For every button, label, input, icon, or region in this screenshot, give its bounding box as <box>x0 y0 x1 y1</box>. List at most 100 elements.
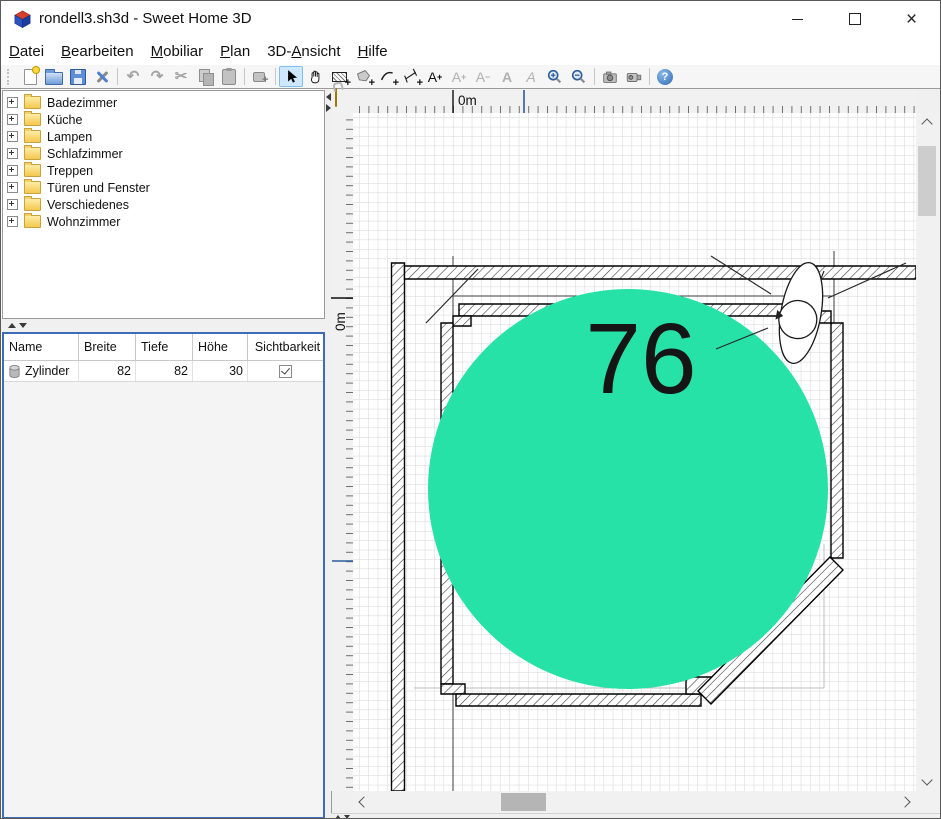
plan-text-label[interactable]: 76 <box>585 303 696 415</box>
redo-button[interactable]: ↷ <box>145 66 169 87</box>
redo-icon: ↷ <box>151 69 164 84</box>
new-document-button[interactable] <box>18 66 42 87</box>
vertical-scroll-thumb[interactable] <box>918 146 936 216</box>
column-header-name[interactable]: Name <box>4 334 79 360</box>
undo-button[interactable]: ↶ <box>121 66 145 87</box>
column-header-tiefe[interactable]: Tiefe <box>136 334 193 360</box>
close-button[interactable]: × <box>883 1 940 37</box>
expand-icon[interactable] <box>7 216 18 227</box>
tree-item-badezimmer[interactable]: Badezimmer <box>3 94 324 111</box>
chevron-left-icon <box>358 796 369 807</box>
splitter-collapse-down-icon[interactable] <box>19 323 27 328</box>
create-dimensions-button[interactable] <box>399 66 423 87</box>
chevron-up-icon <box>921 118 932 129</box>
menu-3d-ansicht[interactable]: 3D-Ansicht <box>267 43 340 60</box>
floor-plan-drawing: 76 <box>353 113 916 791</box>
column-header-sichtbarkeit[interactable]: Sichtbarkeit <box>248 334 322 360</box>
zoom-in-button[interactable] <box>543 66 567 87</box>
create-rooms-button[interactable] <box>351 66 375 87</box>
ruler-origin-label-x: 0m <box>458 93 477 108</box>
tree-item-tueren-und-fenster[interactable]: Türen und Fenster <box>3 179 324 196</box>
horizontal-scroll-thumb[interactable] <box>501 793 546 811</box>
plan-horizontal-scrollbar[interactable] <box>353 791 916 813</box>
plan-3d-splitter[interactable] <box>331 813 941 819</box>
splitter-collapse-down-icon[interactable] <box>344 815 350 819</box>
create-video-button[interactable] <box>622 66 646 87</box>
minimize-button[interactable] <box>769 1 826 37</box>
create-photo-button[interactable] <box>598 66 622 87</box>
scroll-right-button[interactable] <box>894 791 916 813</box>
pan-tool-button[interactable] <box>303 66 327 87</box>
toolbar: ↶ ↷ ✂ A+ A+ A− A A <box>1 65 940 89</box>
create-polylines-button[interactable] <box>375 66 399 87</box>
add-text-button[interactable]: A+ <box>423 66 447 87</box>
copy-button[interactable] <box>193 66 217 87</box>
expand-icon[interactable] <box>7 97 18 108</box>
column-header-hoehe[interactable]: Höhe <box>193 334 248 360</box>
add-furniture-icon <box>253 70 268 83</box>
toolbar-grip[interactable] <box>7 69 12 85</box>
folder-icon <box>24 147 41 160</box>
preferences-button[interactable] <box>90 66 114 87</box>
tree-item-kueche[interactable]: Küche <box>3 111 324 128</box>
italic-icon: A <box>526 70 535 84</box>
folder-icon <box>24 215 41 228</box>
cut-button[interactable]: ✂ <box>169 66 193 87</box>
maximize-button[interactable] <box>826 1 883 37</box>
reduce-text-icon: A <box>476 70 485 84</box>
visibility-checkbox[interactable] <box>279 365 292 378</box>
italic-button[interactable]: A <box>519 66 543 87</box>
add-furniture-button[interactable] <box>248 66 272 87</box>
furniture-name: Zylinder <box>25 364 69 378</box>
create-walls-icon <box>332 72 347 82</box>
save-button[interactable] <box>66 66 90 87</box>
chevron-down-icon <box>921 774 932 785</box>
scroll-left-button[interactable] <box>353 791 375 813</box>
menu-datei[interactable]: Datei <box>9 43 44 60</box>
add-text-icon: A <box>428 70 437 84</box>
splitter-collapse-up-icon[interactable] <box>8 323 16 328</box>
expand-icon[interactable] <box>7 199 18 210</box>
expand-icon[interactable] <box>7 131 18 142</box>
expand-icon[interactable] <box>7 114 18 125</box>
reduce-text-button[interactable]: A− <box>471 66 495 87</box>
scroll-down-button[interactable] <box>916 769 938 791</box>
menu-bar: Datei Bearbeiten Mobiliar Plan 3D-Ansich… <box>1 38 940 65</box>
plan-vertical-scrollbar[interactable] <box>916 113 938 791</box>
paste-button[interactable] <box>217 66 241 87</box>
bold-button[interactable]: A <box>495 66 519 87</box>
menu-hilfe[interactable]: Hilfe <box>358 43 388 60</box>
select-tool-button[interactable] <box>279 66 303 87</box>
expand-icon[interactable] <box>7 182 18 193</box>
tree-item-lampen[interactable]: Lampen <box>3 128 324 145</box>
menu-plan[interactable]: Plan <box>220 43 250 60</box>
menu-bearbeiten[interactable]: Bearbeiten <box>61 43 134 60</box>
column-header-breite[interactable]: Breite <box>79 334 136 360</box>
tree-item-verschiedenes[interactable]: Verschiedenes <box>3 196 324 213</box>
scroll-up-button[interactable] <box>916 113 938 135</box>
horizontal-ruler: 0m <box>353 89 916 113</box>
folder-icon <box>24 164 41 177</box>
copy-icon <box>199 69 210 82</box>
catalog-table-splitter[interactable] <box>1 319 326 332</box>
tree-item-schlafzimmer[interactable]: Schlafzimmer <box>3 145 324 162</box>
folder-icon <box>24 198 41 211</box>
expand-icon[interactable] <box>7 165 18 176</box>
open-button[interactable] <box>42 66 66 87</box>
splitter-collapse-up-icon[interactable] <box>335 815 341 819</box>
photo-camera-icon <box>601 68 619 86</box>
new-document-icon <box>24 69 37 85</box>
tree-item-wohnzimmer[interactable]: Wohnzimmer <box>3 213 324 230</box>
tree-item-treppen[interactable]: Treppen <box>3 162 324 179</box>
title-bar: rondell3.sh3d - Sweet Home 3D × <box>1 1 940 38</box>
expand-icon[interactable] <box>7 148 18 159</box>
enlarge-text-icon: A <box>452 70 461 84</box>
preferences-icon <box>94 69 110 85</box>
folder-icon <box>24 181 41 194</box>
table-row[interactable]: Zylinder 82 82 30 <box>4 361 323 382</box>
menu-mobiliar[interactable]: Mobiliar <box>151 43 204 60</box>
zoom-out-button[interactable] <box>567 66 591 87</box>
plan-canvas[interactable]: 76 <box>353 113 916 791</box>
enlarge-text-button[interactable]: A+ <box>447 66 471 87</box>
help-button[interactable] <box>653 66 677 87</box>
